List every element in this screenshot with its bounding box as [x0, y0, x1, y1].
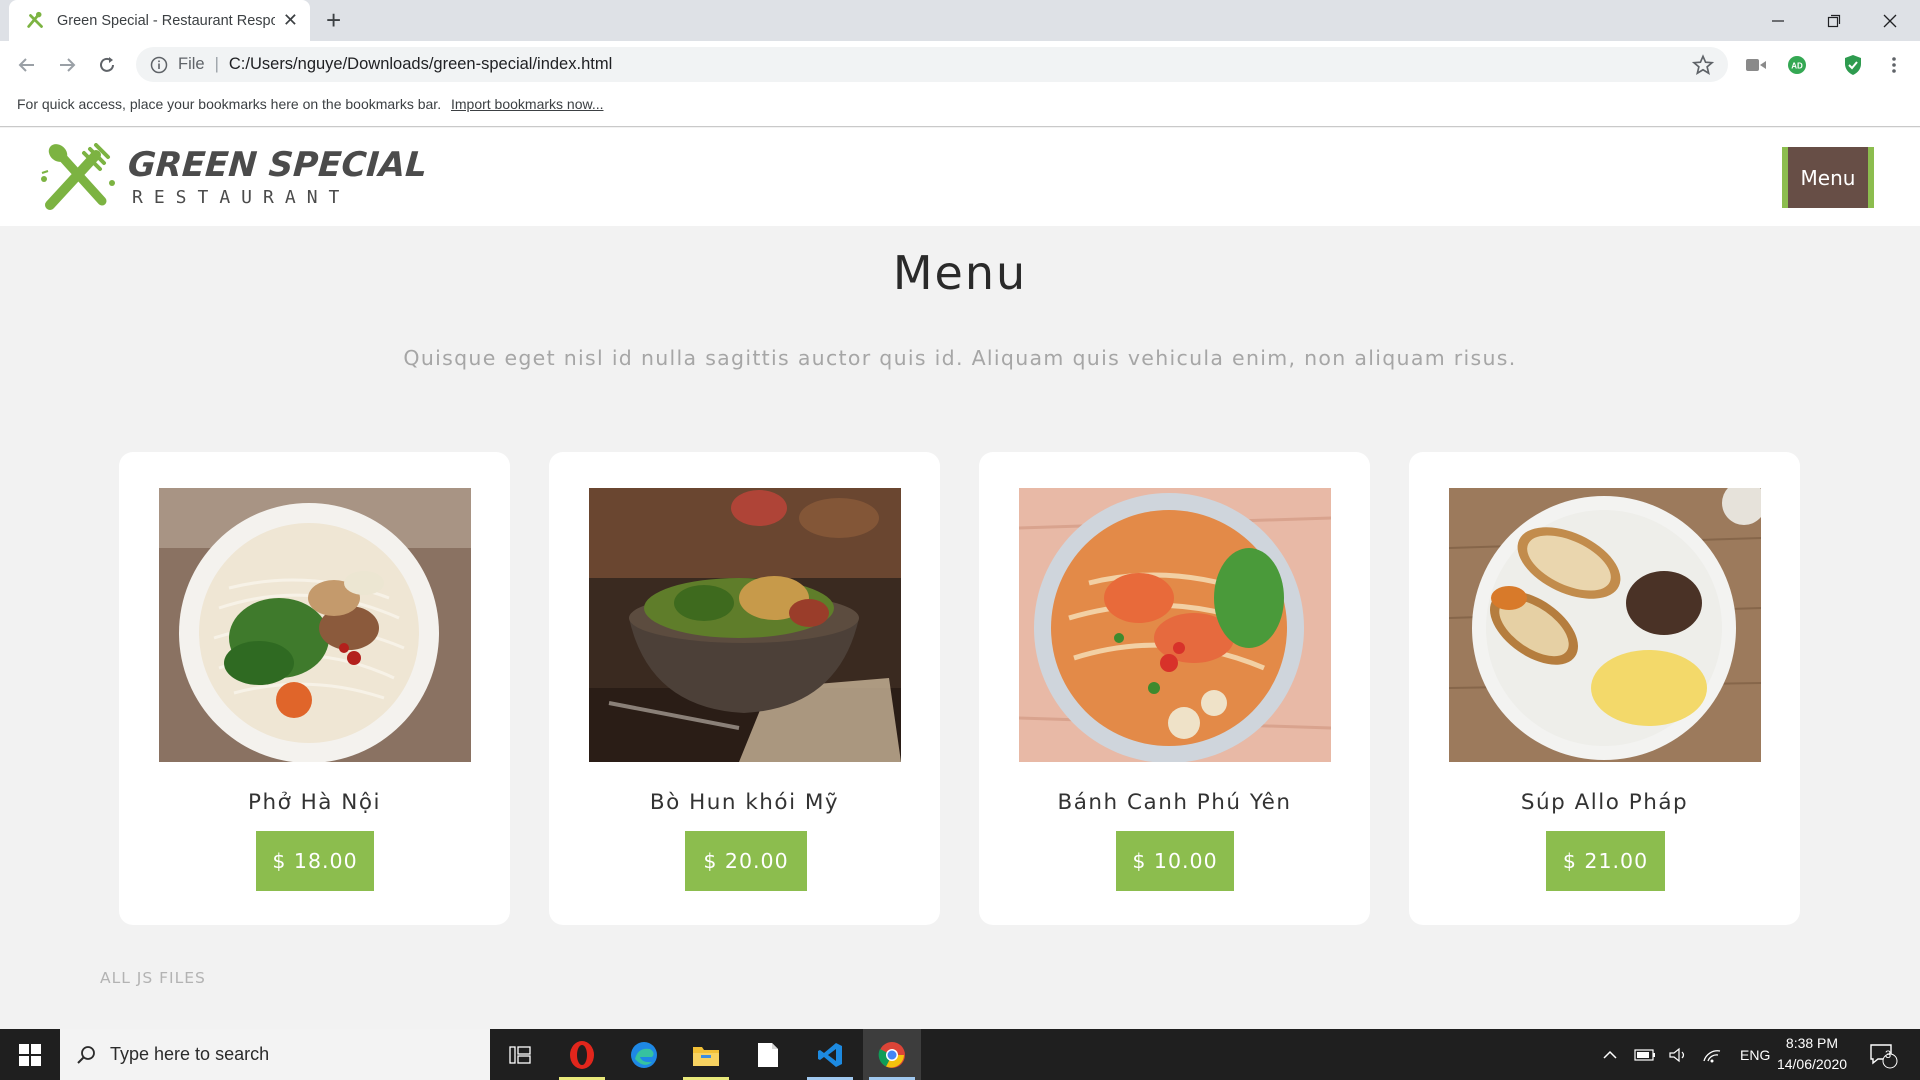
system-tray: ENG: [1602, 1029, 1770, 1080]
logo-name: GREEN SPECIAL: [126, 145, 429, 185]
wifi-icon[interactable]: [1702, 1047, 1722, 1063]
camera-icon[interactable]: [1744, 53, 1768, 77]
fork-spoon-logo-icon: [41, 143, 115, 210]
taskbar-clock[interactable]: 8:38 PM 14/06/2020: [1762, 1033, 1862, 1075]
search-placeholder: Type here to search: [110, 1044, 270, 1064]
shield-check-icon[interactable]: [1841, 53, 1865, 77]
bookmark-star-icon[interactable]: [1692, 54, 1714, 76]
menu-item-name: Bò Hun khói Mỹ: [649, 790, 840, 815]
pho-bowl-image[interactable]: [159, 488, 471, 762]
breakfast-plate-image[interactable]: [1449, 488, 1761, 762]
new-tab-button[interactable]: +: [326, 7, 341, 33]
url-scheme-label: File: [178, 55, 205, 73]
browser-tab-bar: Green Special - Restaurant Respo ✕ +: [0, 0, 1920, 41]
chrome-icon[interactable]: [863, 1029, 921, 1080]
chevron-up-icon[interactable]: [1602, 1049, 1618, 1061]
menu-item-name: Súp Allo Pháp: [1520, 790, 1689, 815]
site-favicon-icon: [27, 11, 43, 28]
volume-icon[interactable]: [1668, 1047, 1688, 1063]
import-bookmarks-link[interactable]: Import bookmarks now...: [451, 96, 604, 112]
price-button[interactable]: $ 21.00: [1546, 831, 1665, 891]
menu-item-name: Bánh Canh Phú Yên: [1057, 790, 1292, 815]
site-logo[interactable]: GREEN SPECIAL RESTAURANT: [38, 143, 429, 213]
browser-toolbar: File | C:/Users/nguye/Downloads/green-sp…: [0, 41, 1920, 87]
site-header: GREEN SPECIAL RESTAURANT Menu: [0, 128, 1920, 226]
search-icon: [77, 1045, 95, 1064]
menu-card: Phở Hà Nội $ 18.00: [119, 452, 510, 925]
restore-icon[interactable]: [1806, 0, 1862, 41]
reload-icon[interactable]: [94, 52, 120, 78]
menu-card: Bò Hun khói Mỹ $ 20.00: [549, 452, 940, 925]
close-window-icon[interactable]: [1862, 0, 1918, 41]
windows-taskbar: Type here to search ENG 8:38 PM 14/06/20…: [0, 1029, 1920, 1080]
url-separator: |: [214, 55, 219, 73]
tab-title: Green Special - Restaurant Respo: [57, 12, 275, 29]
menu-item-name: Phở Hà Nội: [248, 790, 381, 815]
notepad-icon[interactable]: [739, 1029, 797, 1080]
bookmarks-bar: For quick access, place your bookmarks h…: [0, 87, 1920, 127]
address-bar[interactable]: File | C:/Users/nguye/Downloads/green-sp…: [136, 47, 1728, 82]
info-icon[interactable]: [150, 56, 168, 74]
web-page: GREEN SPECIAL RESTAURANT Menu Menu Quisq…: [0, 128, 1920, 1029]
clock-date: 14/06/2020: [1776, 1056, 1848, 1072]
banh-canh-bowl-image[interactable]: [1019, 488, 1331, 762]
browser-tab-active[interactable]: Green Special - Restaurant Respo ✕: [9, 0, 310, 41]
menu-card: Súp Allo Pháp $ 21.00: [1409, 452, 1800, 925]
footer-note: ALL JS FILES: [100, 969, 206, 987]
opera-icon[interactable]: [553, 1029, 611, 1080]
task-view-icon[interactable]: [491, 1029, 549, 1080]
bookmarks-prompt: For quick access, place your bookmarks h…: [17, 96, 442, 112]
smoked-beef-bowl-image[interactable]: [589, 488, 901, 762]
notification-center-icon[interactable]: 3: [1868, 1029, 1898, 1080]
windows-start-icon[interactable]: [0, 1029, 60, 1080]
minimize-icon[interactable]: [1750, 0, 1806, 41]
notification-count: 3: [1885, 1049, 1892, 1061]
section-subtitle: Quisque eget nisl id nulla sagittis auct…: [403, 346, 1517, 370]
menu-card: Bánh Canh Phú Yên $ 10.00: [979, 452, 1370, 925]
adblock-icon[interactable]: AD: [1785, 53, 1809, 77]
clock-time: 8:38 PM: [1785, 1035, 1839, 1051]
url-text[interactable]: C:/Users/nguye/Downloads/green-special/i…: [229, 55, 612, 74]
more-options-icon[interactable]: [1882, 53, 1906, 77]
taskbar-search-input[interactable]: Type here to search: [60, 1029, 490, 1080]
menu-button[interactable]: Menu: [1782, 147, 1874, 208]
vscode-icon[interactable]: [801, 1029, 859, 1080]
svg-text:AD: AD: [1791, 62, 1803, 71]
price-button[interactable]: $ 10.00: [1116, 831, 1234, 891]
file-explorer-icon[interactable]: [677, 1029, 735, 1080]
tab-close-icon[interactable]: ✕: [283, 11, 298, 30]
logo-subtitle: RESTAURANT: [132, 187, 351, 208]
section-title: Menu: [892, 246, 1028, 300]
forward-arrow-icon[interactable]: [54, 52, 80, 78]
price-button[interactable]: $ 20.00: [685, 831, 807, 891]
back-arrow-icon[interactable]: [14, 52, 40, 78]
battery-icon[interactable]: [1634, 1048, 1656, 1062]
price-button[interactable]: $ 18.00: [256, 831, 374, 891]
edge-icon[interactable]: [615, 1029, 673, 1080]
